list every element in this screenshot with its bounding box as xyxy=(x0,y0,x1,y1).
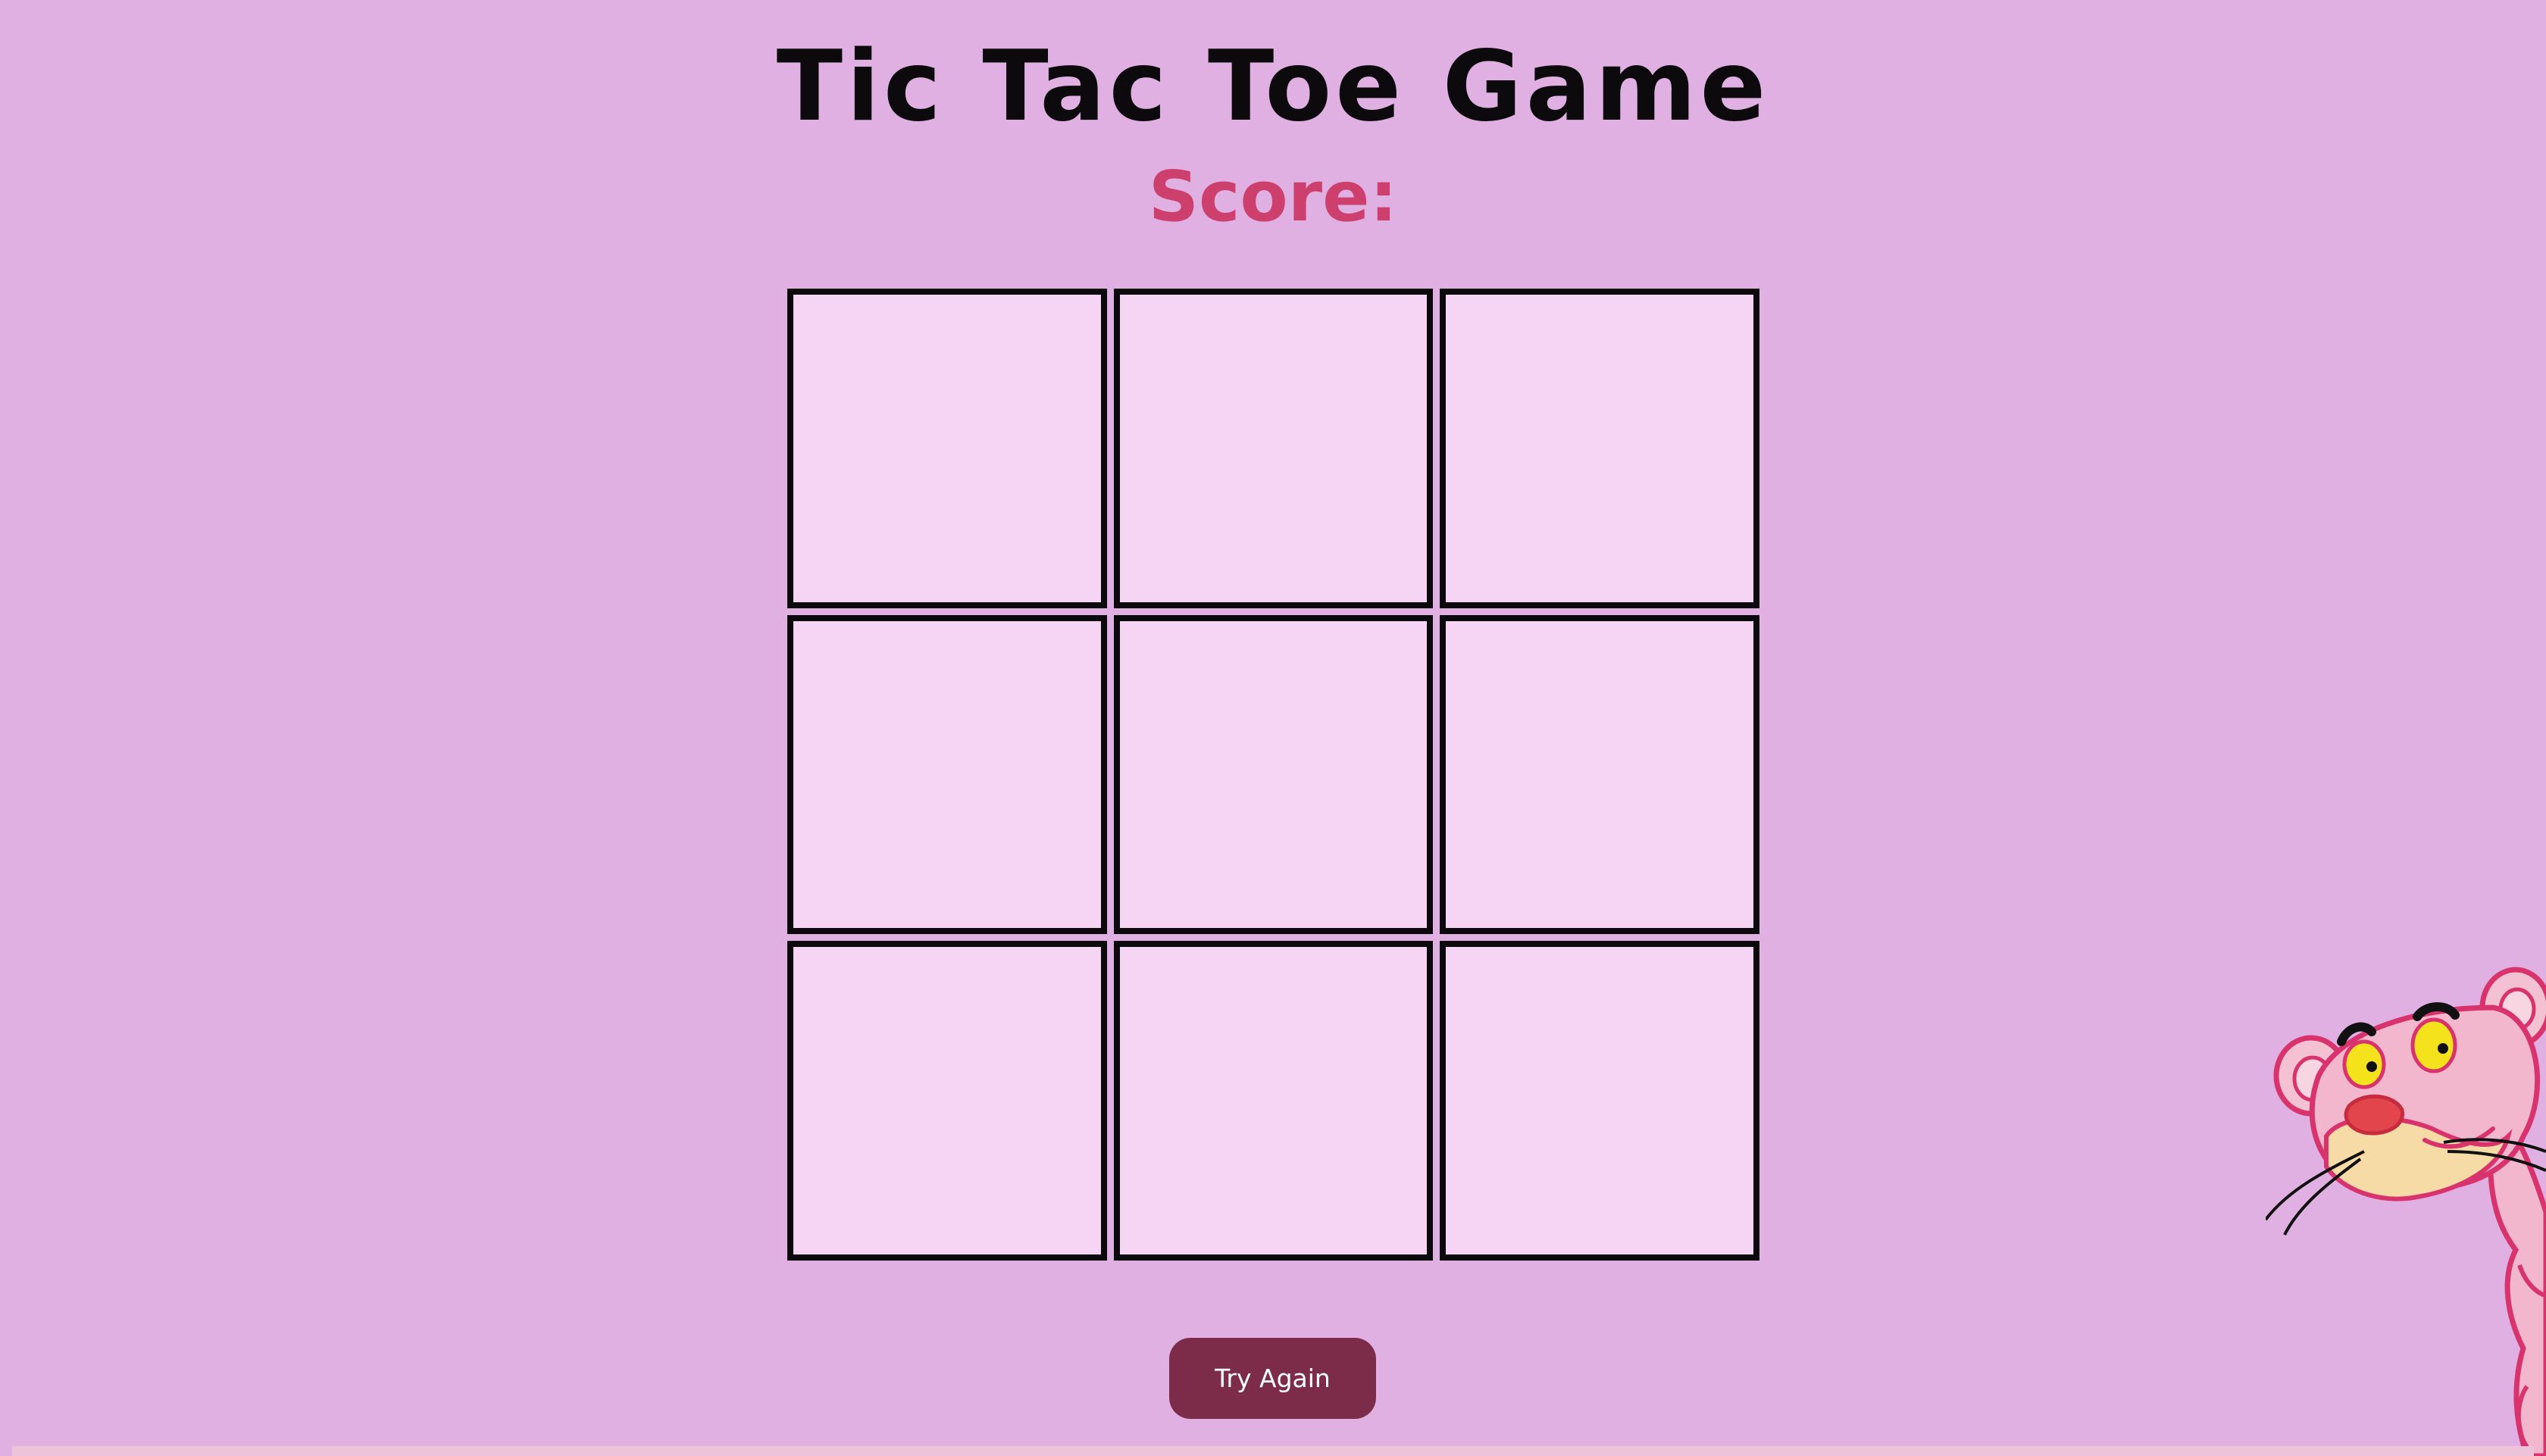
board-cell-3[interactable] xyxy=(1440,289,1759,608)
board-cell-8[interactable] xyxy=(1113,941,1434,1261)
board-cell-1[interactable] xyxy=(787,289,1107,608)
board-cell-4[interactable] xyxy=(787,614,1107,935)
board-cell-9[interactable] xyxy=(1440,941,1759,1261)
board-cell-6[interactable] xyxy=(1440,614,1759,935)
try-again-button[interactable]: Try Again xyxy=(1169,1338,1376,1419)
score-label: Score: xyxy=(1148,156,1398,237)
board-cell-5[interactable] xyxy=(1113,614,1434,935)
game-board xyxy=(787,289,1759,1261)
board-cell-7[interactable] xyxy=(787,941,1107,1261)
pink-panther-icon xyxy=(2266,967,2546,1456)
page-title: Tic Tac Toe Game xyxy=(776,30,1770,143)
board-cell-2[interactable] xyxy=(1113,289,1434,608)
footer-strip xyxy=(12,1446,2534,1456)
